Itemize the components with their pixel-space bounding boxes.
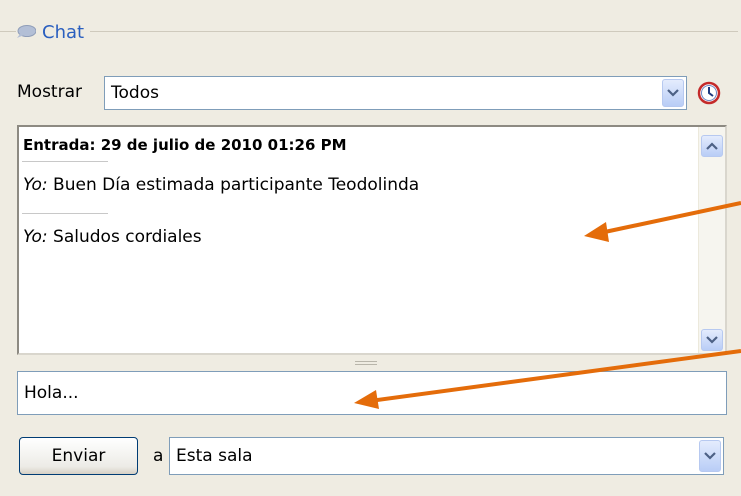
message-divider: [22, 161, 108, 162]
recipient-dropdown-button[interactable]: [699, 440, 721, 472]
recipient-select[interactable]: Esta sala: [169, 437, 724, 475]
clock-icon[interactable]: [696, 80, 722, 106]
log-scrollbar[interactable]: [698, 127, 725, 353]
log-entry-header: Entrada: 29 de julio de 2010 01:26 PM: [23, 136, 347, 154]
message-divider: [22, 213, 108, 214]
chat-message: Yo: Saludos cordiales: [23, 227, 202, 247]
chat-message: Yo: Buen Día estimada participante Teodo…: [23, 175, 419, 195]
filter-select[interactable]: Todos: [104, 76, 687, 110]
message-input[interactable]: [17, 371, 727, 415]
recipient-label: a: [153, 446, 164, 466]
message-text: Saludos cordiales: [47, 227, 202, 247]
message-sender: Yo:: [23, 175, 48, 195]
chat-panel-title: Chat: [16, 19, 91, 45]
chevron-down-icon: [706, 336, 718, 344]
chat-bubble-icon: [17, 25, 36, 38]
group-border: [8, 31, 738, 32]
send-button[interactable]: Enviar: [19, 437, 138, 475]
recipient-select-value: Esta sala: [176, 446, 253, 466]
message-sender: Yo:: [23, 227, 48, 247]
scroll-down-button[interactable]: [701, 329, 723, 351]
chat-panel-title-text: Chat: [42, 21, 85, 43]
chevron-down-icon: [704, 452, 716, 460]
chat-log[interactable]: Entrada: 29 de julio de 2010 01:26 PM Yo…: [17, 125, 727, 355]
filter-select-value: Todos: [111, 83, 159, 103]
scroll-up-button[interactable]: [701, 135, 723, 157]
filter-dropdown-button[interactable]: [662, 79, 684, 107]
message-text: Buen Día estimada participante Teodolind…: [47, 175, 420, 195]
splitter-handle[interactable]: [355, 361, 377, 365]
chevron-up-icon: [706, 142, 718, 150]
filter-label: Mostrar: [17, 82, 82, 102]
chevron-down-icon: [667, 89, 679, 97]
